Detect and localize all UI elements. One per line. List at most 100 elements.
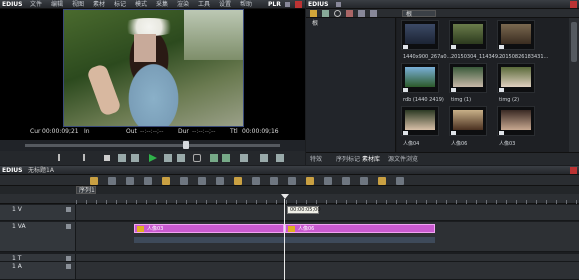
- bin-folder-tree[interactable]: 根: [306, 18, 396, 152]
- overwrite-icon[interactable]: [222, 154, 230, 162]
- copy-icon[interactable]: [198, 176, 206, 185]
- title-icon[interactable]: [360, 176, 368, 185]
- fast-forward-icon[interactable]: [177, 154, 185, 162]
- menu-item[interactable]: 文件: [30, 1, 42, 8]
- match-frame-icon[interactable]: [240, 154, 248, 162]
- export-icon[interactable]: [260, 154, 268, 162]
- zoom-icon[interactable]: [306, 176, 314, 185]
- timeline-track[interactable]: 1 VA 人像03 人像06: [0, 222, 579, 252]
- new-folder-icon[interactable]: [310, 10, 317, 17]
- shuttle-track[interactable]: [25, 144, 280, 147]
- rewind-icon[interactable]: [118, 154, 126, 162]
- stop-icon[interactable]: [104, 155, 110, 161]
- dur-value[interactable]: --:--:--;--: [192, 129, 215, 135]
- clip-thumbnail[interactable]: 20150304_114349...: [449, 20, 503, 60]
- audio-mixer-icon[interactable]: [342, 176, 350, 185]
- set-in-icon[interactable]: [58, 154, 65, 161]
- cue-value[interactable]: 00:00:09;21: [42, 129, 79, 135]
- bin-scroll-thumb[interactable]: [571, 22, 577, 62]
- clip-thumbnail[interactable]: rdb (1440 2419): [401, 63, 444, 103]
- menu-item[interactable]: 素材: [93, 1, 105, 8]
- plr-mode-label[interactable]: PLR: [268, 1, 281, 8]
- loop-icon[interactable]: [193, 154, 201, 162]
- bin-scrollbar[interactable]: [569, 18, 579, 152]
- open-icon[interactable]: [108, 176, 116, 185]
- save-icon[interactable]: [126, 176, 134, 185]
- timeline-track[interactable]: 1 T: [0, 254, 579, 262]
- window-close-icon[interactable]: [570, 167, 577, 174]
- export-icon[interactable]: [378, 176, 386, 185]
- menu-item[interactable]: 模式: [135, 1, 147, 8]
- folder-path-label: 根: [402, 10, 436, 17]
- track-lock-icon[interactable]: [66, 264, 71, 269]
- time-tooltip-text: 00:00:05;00: [290, 207, 321, 213]
- timeline-ruler[interactable]: [0, 194, 579, 204]
- search-icon[interactable]: [334, 10, 341, 17]
- window-close-icon[interactable]: [295, 1, 302, 8]
- timeline-clip[interactable]: 人像06: [285, 224, 435, 233]
- snap-icon[interactable]: [270, 176, 278, 185]
- insert-icon[interactable]: [210, 154, 218, 162]
- bin-menu-icon[interactable]: [336, 2, 341, 7]
- clip-thumbnail[interactable]: 1440x900_267a0...: [401, 20, 451, 60]
- track-lock-icon[interactable]: [66, 224, 71, 229]
- track-header[interactable]: 1 T: [0, 254, 76, 262]
- track-header[interactable]: 1 VA: [0, 222, 76, 251]
- track-header[interactable]: 1 A: [0, 262, 76, 279]
- clip-thumbnail[interactable]: 人像06: [449, 106, 487, 147]
- track-lock-icon[interactable]: [66, 207, 71, 212]
- undo-icon[interactable]: [144, 176, 152, 185]
- clip-thumbnail[interactable]: 20150826183431...: [497, 20, 548, 60]
- render-icon[interactable]: [324, 176, 332, 185]
- settings-icon[interactable]: [396, 176, 404, 185]
- playhead-line[interactable]: [284, 199, 285, 280]
- window-minimize-icon[interactable]: [285, 2, 290, 7]
- menu-item[interactable]: 渲染: [177, 1, 189, 8]
- add-clip-icon[interactable]: [322, 10, 329, 17]
- menu-item[interactable]: 采集: [156, 1, 168, 8]
- sequence-tab[interactable]: 序列1: [76, 186, 96, 194]
- timeline-track[interactable]: 1 A: [0, 262, 579, 280]
- play-icon[interactable]: [149, 154, 157, 162]
- marker-icon[interactable]: [288, 176, 296, 185]
- bin-tab[interactable]: 源文件浏览: [388, 157, 418, 163]
- bin-tab[interactable]: 素材库: [362, 157, 380, 163]
- menu-item[interactable]: 标记: [114, 1, 126, 8]
- track-header[interactable]: 1 V: [0, 205, 76, 220]
- still-image-icon: [403, 131, 408, 135]
- menu-item[interactable]: 帮助: [240, 1, 252, 8]
- bin-tab[interactable]: 特效: [310, 157, 322, 163]
- menu-item[interactable]: 设置: [219, 1, 231, 8]
- cut-icon[interactable]: [180, 176, 188, 185]
- menu-item[interactable]: 编辑: [51, 1, 63, 8]
- timeline-clip[interactable]: 人像03: [134, 224, 284, 233]
- step-forward-icon[interactable]: [164, 154, 172, 162]
- menu-item[interactable]: 工具: [198, 1, 210, 8]
- new-sequence-icon[interactable]: [90, 176, 98, 185]
- clip-thumbnail[interactable]: timg (2): [497, 63, 535, 103]
- player-shuttle-bar[interactable]: [0, 140, 305, 151]
- track-lock-icon[interactable]: [66, 256, 71, 261]
- clip-thumbnail[interactable]: 人像03: [497, 106, 535, 147]
- tree-root-label[interactable]: 根: [312, 21, 318, 27]
- menu-item[interactable]: 视图: [72, 1, 84, 8]
- layout-icon[interactable]: [276, 154, 284, 162]
- step-back-icon[interactable]: [131, 154, 139, 162]
- ripple-icon[interactable]: [252, 176, 260, 185]
- delete-icon[interactable]: [346, 10, 353, 17]
- player-monitor[interactable]: Cur 00:00:09;21 In Out --:--:--;-- Dur -…: [0, 9, 305, 140]
- bin-tab[interactable]: 序列标记: [336, 157, 360, 163]
- playhead-marker[interactable]: [281, 194, 289, 199]
- window-close-icon[interactable]: [570, 1, 577, 8]
- shuttle-handle[interactable]: [183, 141, 189, 149]
- player-transport: [0, 151, 305, 165]
- view-icon[interactable]: [358, 10, 365, 17]
- delete-icon[interactable]: [234, 176, 242, 185]
- paste-icon[interactable]: [216, 176, 224, 185]
- set-out-icon[interactable]: [78, 154, 85, 161]
- clip-thumbnail[interactable]: 人像04: [401, 106, 439, 147]
- properties-icon[interactable]: [370, 10, 377, 17]
- clip-thumbnail[interactable]: timg (1): [449, 63, 487, 103]
- out-value[interactable]: --:--:--;--: [140, 129, 163, 135]
- redo-icon[interactable]: [162, 176, 170, 185]
